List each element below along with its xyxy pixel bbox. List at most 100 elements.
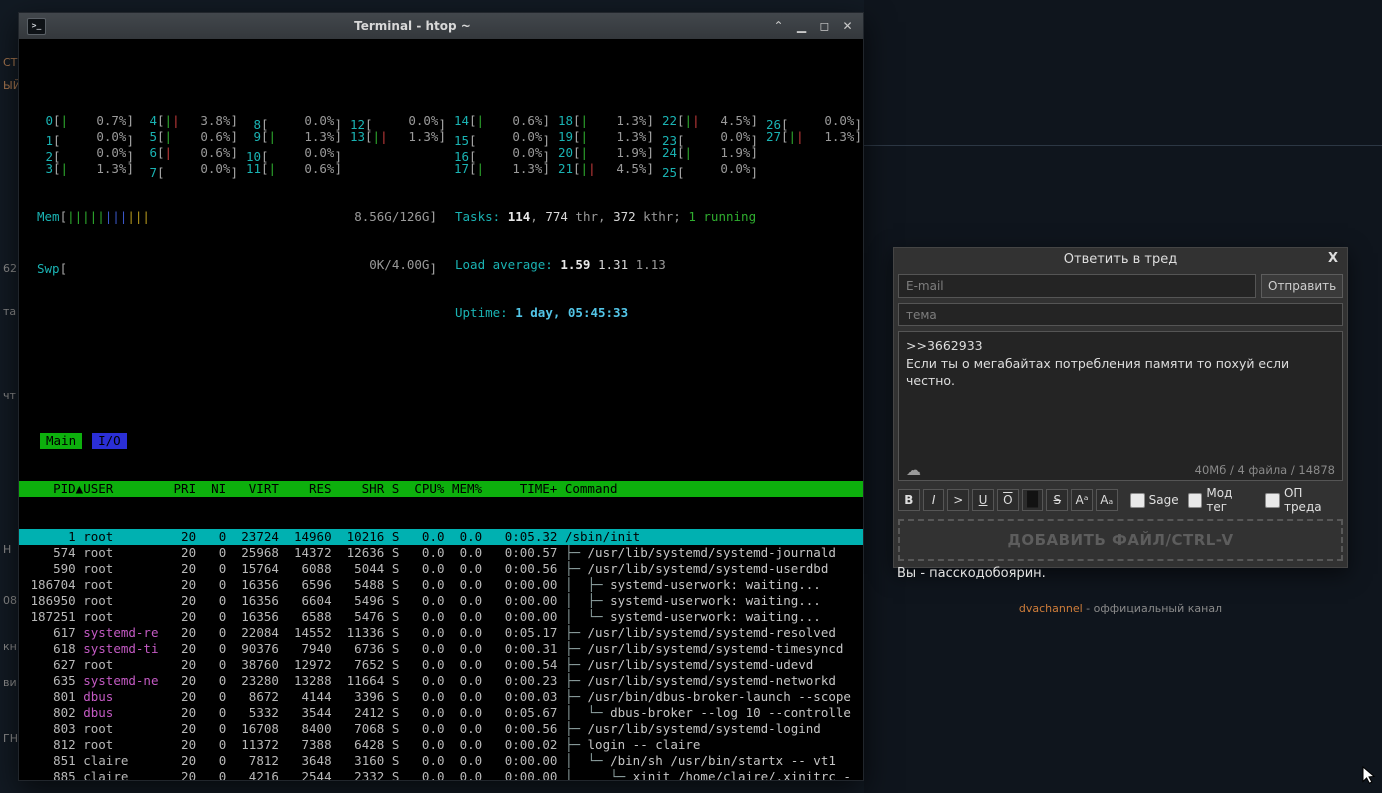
cpu-id: 9 bbox=[245, 129, 261, 145]
format-spoiler-button[interactable]: █ bbox=[1022, 489, 1044, 511]
cpu-meter-17: 17[|1.3%] bbox=[453, 161, 550, 177]
cpu-meter-5: 5[|0.6%] bbox=[141, 129, 238, 145]
cpu-meter-12: 12[0.0%] bbox=[349, 113, 446, 129]
cpu-bar: | bbox=[61, 161, 69, 177]
email-input[interactable] bbox=[898, 274, 1256, 298]
cpu-percent: 3.8% bbox=[200, 113, 230, 129]
reply-panel-header[interactable]: Ответить в тред X bbox=[894, 248, 1347, 270]
cpu-percent: 0.0% bbox=[304, 113, 334, 129]
cpu-bar: | bbox=[581, 113, 589, 129]
cpu-percent: 1.3% bbox=[512, 161, 542, 177]
format-overline-button[interactable]: O bbox=[997, 489, 1019, 511]
textarea-grip-icon[interactable]: ☁ bbox=[906, 463, 921, 477]
process-row-635[interactable]: 635 systemd-ne 20 0 23280 13288 11664 S … bbox=[19, 673, 863, 689]
close-button[interactable]: ✕ bbox=[840, 18, 855, 34]
cpu-percent: 0.0% bbox=[304, 145, 334, 161]
cpu-id: 17 bbox=[453, 161, 469, 177]
cpu-percent: 0.0% bbox=[96, 145, 126, 161]
cpu-id: 11 bbox=[245, 161, 261, 177]
tasks-line: Tasks: 114, 774 thr, 372 kthr; 1 running bbox=[455, 209, 756, 225]
sage-checkbox[interactable]: Sage bbox=[1130, 493, 1179, 508]
process-row-627[interactable]: 627 root 20 0 38760 12972 7652 S 0.0 0.0… bbox=[19, 657, 863, 673]
cpu-percent: 0.0% bbox=[96, 129, 126, 145]
process-row-801[interactable]: 801 dbus 20 0 8672 4144 3396 S 0.0 0.0 0… bbox=[19, 689, 863, 705]
process-row-186950[interactable]: 186950 root 20 0 16356 6604 5496 S 0.0 0… bbox=[19, 593, 863, 609]
format-italic-button[interactable]: I bbox=[923, 489, 945, 511]
cpu-percent: 0.0% bbox=[512, 145, 542, 161]
cpu-bar: | bbox=[61, 113, 69, 129]
cpu-meter-6: 6[|0.6%] bbox=[141, 145, 238, 161]
cpu-bar: | bbox=[477, 161, 485, 177]
format-quote-button[interactable]: > bbox=[947, 489, 969, 511]
maximize-button[interactable]: ◻ bbox=[817, 18, 832, 34]
htop-tab-io[interactable]: I/O bbox=[92, 433, 127, 449]
process-row-812[interactable]: 812 root 20 0 11372 7388 6428 S 0.0 0.0 … bbox=[19, 737, 863, 753]
quick-reply-form: Ответить в тред X Отправить >>3662933 Ес… bbox=[893, 247, 1348, 568]
format-bold-button[interactable]: B bbox=[898, 489, 920, 511]
submit-button[interactable]: Отправить bbox=[1261, 274, 1343, 298]
subject-input[interactable] bbox=[898, 303, 1343, 326]
minimize-button[interactable]: ▁ bbox=[794, 18, 809, 34]
process-row-618[interactable]: 618 systemd-ti 20 0 90376 7940 6736 S 0.… bbox=[19, 641, 863, 657]
close-reply-button[interactable]: X bbox=[1328, 251, 1338, 266]
footer-text: - оффициальный канал bbox=[1083, 602, 1222, 615]
cpu-bar: | bbox=[269, 161, 277, 177]
cpu-meter-2: 2[0.0%] bbox=[37, 145, 134, 161]
cpu-bar: | bbox=[269, 129, 277, 145]
format-sup-button[interactable]: Aᵃ bbox=[1071, 489, 1093, 511]
cpu-bar: || bbox=[581, 161, 596, 177]
channel-link[interactable]: dvachannel bbox=[1019, 602, 1083, 615]
cpu-id: 7 bbox=[141, 165, 157, 181]
cpu-bar: | bbox=[477, 113, 485, 129]
process-table-header[interactable]: PID▲USER PRI NI VIRT RES SHR S CPU% MEM%… bbox=[19, 481, 863, 497]
cpu-id: 5 bbox=[141, 129, 157, 145]
checkbox-box[interactable] bbox=[1265, 493, 1280, 508]
checkbox-box[interactable] bbox=[1188, 493, 1203, 508]
process-row-590[interactable]: 590 root 20 0 15764 6088 5044 S 0.0 0.0 … bbox=[19, 561, 863, 577]
op-thread-checkbox[interactable]: ОП треда bbox=[1265, 486, 1343, 514]
process-row-851[interactable]: 851 claire 20 0 7812 3648 3160 S 0.0 0.0… bbox=[19, 753, 863, 769]
process-row-803[interactable]: 803 root 20 0 16708 8400 7068 S 0.0 0.0 … bbox=[19, 721, 863, 737]
cpu-id: 25 bbox=[661, 165, 677, 181]
terminal-titlebar[interactable]: >_ Terminal - htop ~ ⌃▁◻✕ bbox=[19, 13, 863, 39]
process-row-885[interactable]: 885 claire 20 0 4216 2544 2332 S 0.0 0.0… bbox=[19, 769, 863, 780]
comment-textarea[interactable]: >>3662933 Если ты о мегабайтах потреблен… bbox=[899, 332, 1342, 452]
cpu-percent: 0.7% bbox=[96, 113, 126, 129]
cpu-meter-10: 10[0.0%] bbox=[245, 145, 342, 161]
process-row-574[interactable]: 574 root 20 0 25968 14372 12636 S 0.0 0.… bbox=[19, 545, 863, 561]
desktop-fragment: та bbox=[3, 305, 16, 318]
cpu-id: 18 bbox=[557, 113, 573, 129]
htop-screen: 0[|0.7%] 4[||3.8%] 8[0.0%]12[0.0%]14[|0.… bbox=[19, 39, 863, 780]
format-strike-button[interactable]: S bbox=[1046, 489, 1068, 511]
cpu-meter-7: 7[0.0%] bbox=[141, 161, 238, 177]
cpu-percent: 0.6% bbox=[512, 113, 542, 129]
checkbox-box[interactable] bbox=[1130, 493, 1145, 508]
cpu-percent: 0.0% bbox=[200, 161, 230, 177]
process-row-187251[interactable]: 187251 root 20 0 16356 6588 5476 S 0.0 0… bbox=[19, 609, 863, 625]
process-row-186704[interactable]: 186704 root 20 0 16356 6596 5488 S 0.0 0… bbox=[19, 577, 863, 593]
process-row-802[interactable]: 802 dbus 20 0 5332 3544 2412 S 0.0 0.0 0… bbox=[19, 705, 863, 721]
format-underline-button[interactable]: U bbox=[972, 489, 994, 511]
cpu-bar: || bbox=[685, 113, 700, 129]
cpu-meter-24: 24[|1.9%] bbox=[661, 145, 758, 161]
file-limit-info: 40Мб / 4 файла / 14878 bbox=[1195, 463, 1335, 477]
cpu-meter-8: 8[0.0%] bbox=[245, 113, 342, 129]
cpu-meter-14: 14[|0.6%] bbox=[453, 113, 550, 129]
cpu-id: 24 bbox=[661, 145, 677, 161]
format-toolbar: BI>UO█SAᵃAₐ Sage Мод тег ОП треда bbox=[898, 486, 1343, 514]
process-row-617[interactable]: 617 systemd-re 20 0 22084 14552 11336 S … bbox=[19, 625, 863, 641]
cpu-percent: 1.9% bbox=[720, 145, 750, 161]
format-sub-button[interactable]: Aₐ bbox=[1096, 489, 1118, 511]
process-row-1[interactable]: 1 root 20 0 23724 14960 10216 S 0.0 0.0 … bbox=[19, 529, 863, 545]
cpu-bar: | bbox=[685, 145, 693, 161]
cpu-meter-1: 1[0.0%] bbox=[37, 129, 134, 145]
htop-tab-main[interactable]: Main bbox=[40, 433, 82, 449]
cpu-percent: 0.6% bbox=[200, 145, 230, 161]
cpu-meter-4: 4[||3.8%] bbox=[141, 113, 238, 129]
cpu-percent: 0.0% bbox=[512, 129, 542, 145]
desktop-fragment: кн bbox=[3, 640, 17, 653]
mod-tag-checkbox[interactable]: Мод тег bbox=[1188, 486, 1257, 514]
cpu-percent: 1.3% bbox=[304, 129, 334, 145]
rollup-button[interactable]: ⌃ bbox=[771, 18, 786, 34]
file-dropzone[interactable]: ДОБАВИТЬ ФАЙЛ/CTRL-V bbox=[898, 519, 1343, 561]
